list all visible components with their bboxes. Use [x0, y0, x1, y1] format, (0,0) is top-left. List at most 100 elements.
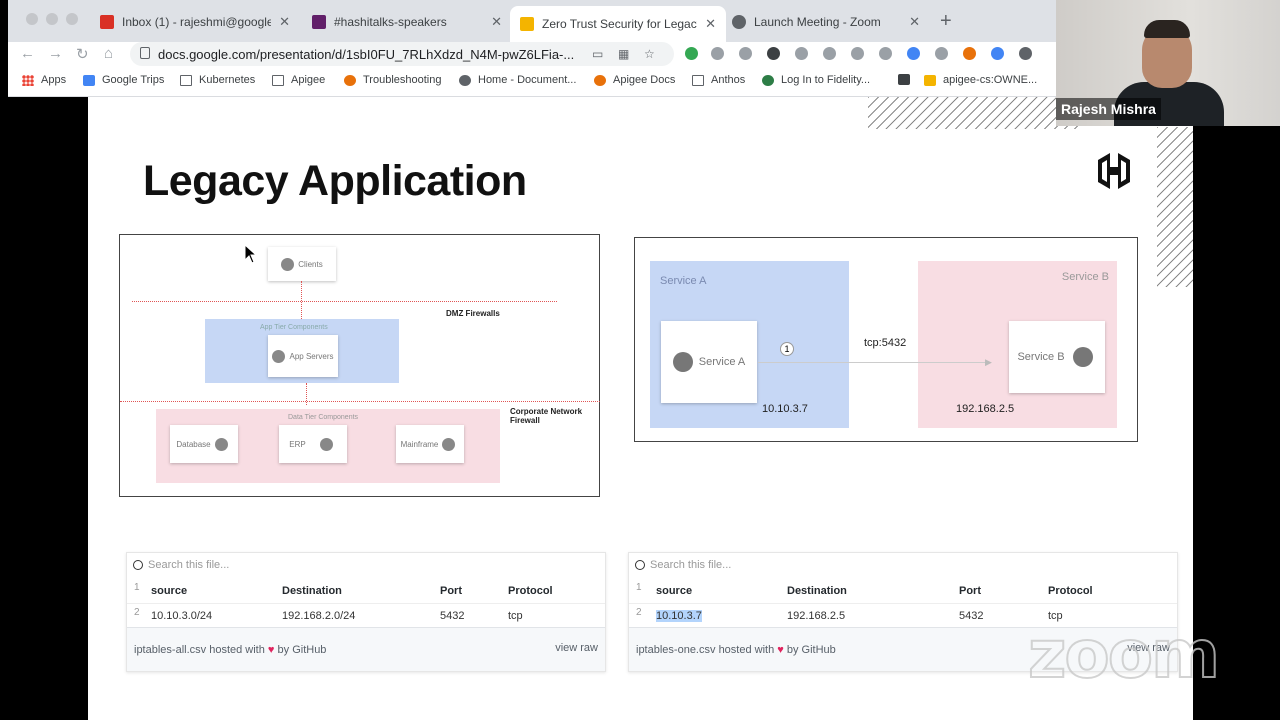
slack-icon [312, 15, 326, 29]
qr-icon[interactable]: ▦ [618, 47, 629, 61]
github-link[interactable]: by GitHub [278, 644, 327, 656]
apps-grid-icon [22, 74, 34, 86]
apigee-icon [344, 74, 356, 86]
zoom-watermark: zoom [1027, 615, 1221, 694]
app-servers-node: App Servers [268, 335, 338, 377]
tab-slack[interactable]: #hashitalks-speakers ✕ [302, 8, 512, 36]
bookmark-home-document[interactable]: Home - Document... [459, 74, 576, 86]
close-icon[interactable]: ✕ [491, 14, 502, 30]
service-connection-diagram: Service A Service A 10.10.3.7 Service B … [634, 237, 1138, 442]
folder-icon [272, 74, 284, 86]
extension-icon[interactable] [991, 47, 1004, 60]
maximize-window-dot[interactable] [66, 13, 78, 25]
star-icon[interactable]: ☆ [644, 47, 655, 61]
home-icon[interactable]: ⌂ [104, 45, 113, 62]
connection-arrow [758, 362, 988, 363]
database-node: Database [170, 425, 238, 463]
legacy-architecture-diagram: Clients DMZ Firewalls App Tier Component… [119, 234, 600, 497]
heart-icon: ♥ [777, 644, 784, 656]
gmail-icon [100, 15, 114, 29]
bookmark-fidelity[interactable]: Log In to Fidelity... [762, 74, 870, 86]
address-bar[interactable]: docs.google.com/presentation/d/1sbI0FU_7… [130, 42, 674, 66]
extension-icon[interactable] [739, 47, 752, 60]
forward-icon[interactable]: → [48, 45, 63, 62]
shield-icon [898, 74, 910, 85]
bookmark-apigee[interactable]: Apigee [272, 74, 325, 86]
minimize-window-dot[interactable] [46, 13, 58, 25]
corp-firewall-line [120, 401, 600, 402]
bookmark-kubernetes[interactable]: Kubernetes [180, 74, 255, 86]
slide-title: Legacy Application [143, 157, 527, 205]
service-b-ip: 192.168.2.5 [956, 403, 1015, 415]
file-link[interactable]: iptables-one.csv [636, 644, 716, 656]
close-icon[interactable]: ✕ [909, 14, 920, 30]
extension-icon[interactable] [711, 47, 724, 60]
heart-icon: ♥ [267, 644, 275, 656]
back-icon[interactable]: ← [20, 45, 35, 62]
tab-slides[interactable]: Zero Trust Security for Legacy ✕ [510, 6, 726, 42]
bookmark-apps[interactable]: Apps [22, 74, 66, 86]
step-badge: 1 [780, 342, 794, 356]
extension-icon[interactable] [685, 47, 698, 60]
close-icon[interactable]: ✕ [279, 14, 290, 30]
globe-icon [459, 74, 471, 86]
file-search[interactable]: Search this file... [133, 559, 229, 571]
connector-line [301, 281, 302, 319]
extension-icon[interactable] [851, 47, 864, 60]
dmz-firewall-line [132, 301, 557, 302]
file-link[interactable]: iptables-all.csv [134, 644, 206, 656]
view-raw-link[interactable]: view raw [555, 642, 598, 654]
extension-icon[interactable] [963, 47, 976, 60]
globe-icon [732, 15, 746, 29]
new-tab-icon[interactable]: + [940, 10, 952, 33]
selected-cell[interactable]: 10.10.3.7 [656, 610, 702, 622]
clients-node: Clients [268, 247, 336, 281]
iptables-all-embed: Search this file... 1 source Destination… [126, 552, 606, 672]
arrowhead-icon: ▶ [985, 357, 992, 367]
table-header-row: 1 source Destination Port Protocol [134, 582, 553, 597]
window-controls[interactable] [26, 13, 78, 25]
extension-icon[interactable] [823, 47, 836, 60]
service-b-zone-label: Service B [1061, 271, 1109, 283]
github-link[interactable]: by GitHub [787, 644, 836, 656]
clients-icon [281, 257, 295, 271]
search-icon [133, 560, 143, 570]
reload-icon[interactable]: ↻ [76, 45, 89, 63]
extension-icon[interactable] [1019, 47, 1032, 60]
close-icon[interactable]: ✕ [705, 16, 716, 32]
bookmark-shield[interactable] [898, 74, 917, 85]
toolbar: ← → ↻ ⌂ docs.google.com/presentation/d/1… [8, 42, 1056, 68]
bookmark-troubleshooting[interactable]: Troubleshooting [344, 74, 441, 86]
extension-icon[interactable] [935, 47, 948, 60]
participant-name: Rajesh Mishra [1056, 98, 1161, 120]
corp-firewall-label: Corporate Network Firewall [510, 407, 583, 425]
search-icon [635, 560, 645, 570]
service-a-node: Service A [661, 321, 757, 403]
bookmark-apigee-docs[interactable]: Apigee Docs [594, 74, 675, 86]
bookmark-google-trips[interactable]: Google Trips [83, 74, 164, 86]
extension-icon[interactable] [767, 47, 780, 60]
data-tier-zone: Data Tier Components Database ERP Mainfr… [156, 409, 500, 483]
bookmark-apigee-cs[interactable]: apigee-cs:OWNE... [924, 74, 1037, 86]
mouse-cursor-icon [244, 244, 258, 264]
erp-node: ERP [279, 425, 347, 463]
connection-label: tcp:5432 [864, 337, 907, 349]
extension-icon[interactable] [907, 47, 920, 60]
file-search[interactable]: Search this file... [635, 559, 731, 571]
tab-zoom[interactable]: Launch Meeting - Zoom ✕ [722, 8, 930, 36]
close-window-dot[interactable] [26, 13, 38, 25]
fidelity-icon [762, 74, 774, 86]
database-icon [1072, 347, 1093, 367]
service-icon [672, 352, 693, 372]
embed-footer: iptables-all.csv hosted with ♥ by GitHub… [127, 627, 605, 671]
tab-inbox[interactable]: Inbox (1) - rajeshmi@google.co✕ [90, 8, 300, 36]
decorative-stripes [1157, 127, 1193, 287]
folder-icon [180, 74, 192, 86]
extension-icon[interactable] [795, 47, 808, 60]
bookmark-anthos[interactable]: Anthos [692, 74, 745, 86]
service-a-zone-label: Service A [660, 275, 707, 287]
cast-icon[interactable]: ▭ [592, 47, 603, 61]
extension-icon[interactable] [879, 47, 892, 60]
participant-video[interactable]: Rajesh Mishra [1056, 0, 1280, 126]
mainframe-icon [442, 437, 456, 451]
